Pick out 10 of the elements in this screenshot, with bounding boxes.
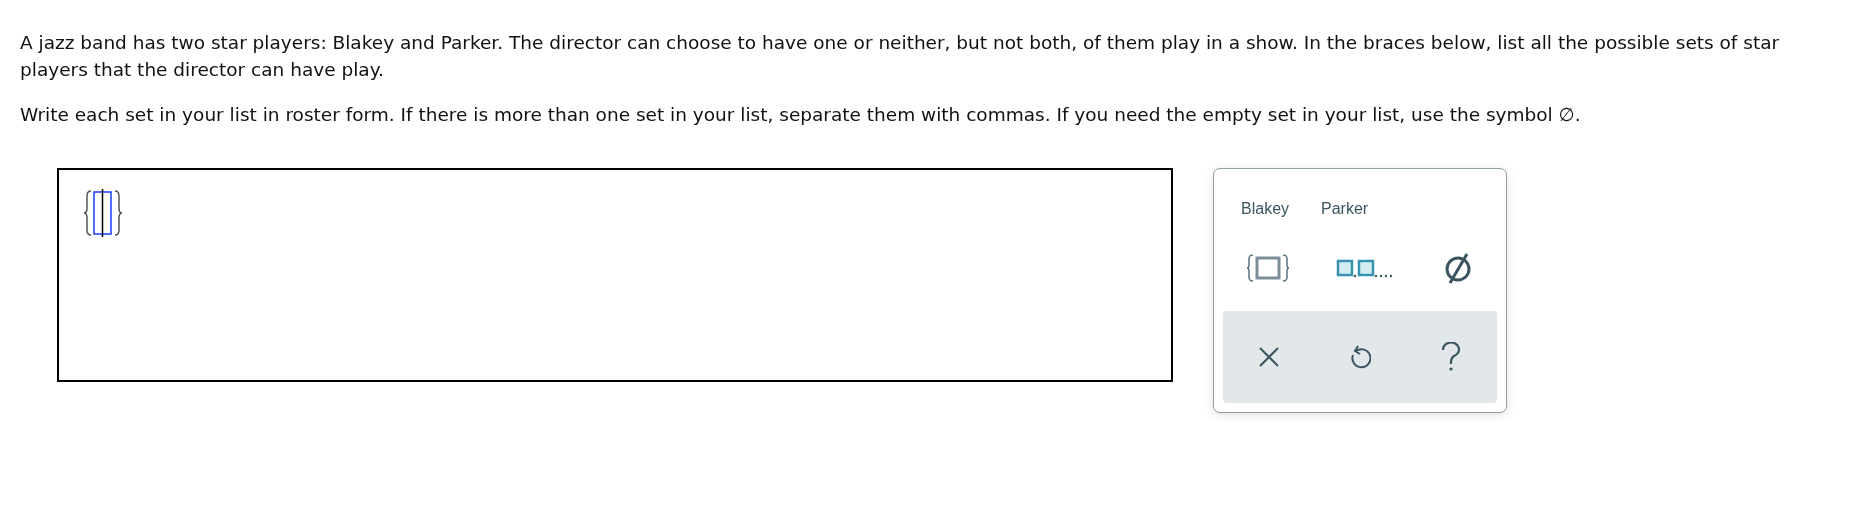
answer-field[interactable] [57, 168, 1173, 383]
braces-template-icon [83, 188, 123, 239]
undo-icon [1349, 344, 1371, 371]
question-text: A jazz band has two star players: Blakey and Parker. The director can choose to have one or neither, but not both, of them play in a show. In the braces below, list all the possible sets of star players that the director can have play. [20, 31, 1781, 82]
word-button[interactable]: Parker [1317, 197, 1373, 222]
word-button[interactable]: Blakey [1237, 197, 1294, 222]
close-icon [1257, 346, 1280, 369]
question-mark-icon [1440, 342, 1463, 373]
braces-box-icon [1246, 253, 1290, 284]
question-text: Write each set in your list in roster form. If there is more than one set in your list, separate them with commas. If you need the empty set in your list, use the symbol ∅. [20, 102, 1582, 127]
